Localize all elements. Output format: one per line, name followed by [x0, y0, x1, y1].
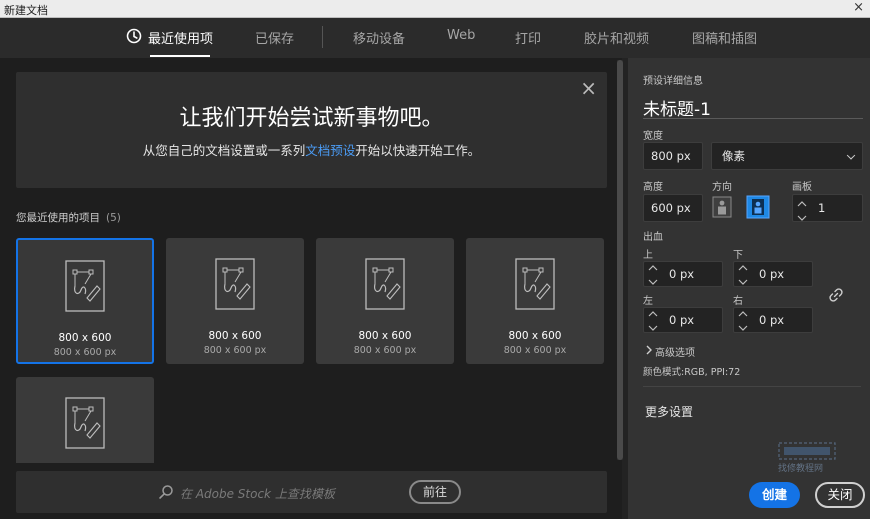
more-settings-button[interactable]: 更多设置: [645, 403, 693, 420]
bleed-bottom-label: 下: [733, 250, 743, 261]
stepper-arrows-icon[interactable]: [738, 309, 748, 333]
watermark-text: 找修教程网: [778, 464, 824, 474]
link-icon[interactable]: [828, 287, 844, 303]
document-presets-link[interactable]: 文档预设: [305, 143, 355, 158]
bleed-bottom-value: 0 px: [759, 267, 785, 281]
landscape-orientation-icon[interactable]: [746, 195, 770, 219]
recent-items-heading: 您最近使用的项目 (5): [16, 210, 121, 225]
watermark-logo-icon: [778, 442, 836, 460]
recent-item-dimensions: 800 x 600 px: [353, 345, 417, 356]
site-watermark: 找修教程网: [778, 441, 836, 474]
recent-item-name: 800 x 600: [358, 330, 412, 342]
go-button[interactable]: 前往: [409, 480, 461, 504]
stepper-arrows-icon[interactable]: [648, 263, 658, 287]
stepper-arrows-icon[interactable]: [797, 199, 807, 223]
tab-web[interactable]: Web: [447, 28, 475, 43]
color-mode-info: 颜色模式:RGB, PPI:72: [643, 367, 741, 378]
stepper-arrows-icon[interactable]: [648, 309, 658, 333]
banner-close-button[interactable]: ×: [580, 78, 597, 98]
stepper-arrows-icon[interactable]: [738, 263, 748, 287]
welcome-banner: 让我们开始尝试新事物吧。 从您自己的文档设置或一系列文档预设开始以快速开始工作。…: [16, 72, 607, 188]
tab-art-illustration[interactable]: 图稿和插图: [692, 28, 757, 47]
details-divider: [643, 386, 861, 387]
document-preset-icon: [365, 258, 405, 310]
recent-item-dimensions: 800 x 600 px: [53, 347, 117, 358]
tab-recent[interactable]: 最近使用项: [148, 28, 213, 47]
window-title: 新建文档: [4, 4, 48, 17]
welcome-title: 让我们开始尝试新事物吧。: [179, 106, 444, 131]
recent-item-name: 800 x 600: [58, 332, 112, 344]
height-value: 600 px: [651, 201, 691, 215]
preset-details-heading: 预设详细信息: [643, 76, 703, 87]
tab-print[interactable]: 打印: [515, 28, 541, 47]
document-preset-icon: [65, 260, 105, 312]
document-preset-icon: [65, 397, 105, 449]
orientation-label: 方向: [712, 182, 732, 193]
tab-saved[interactable]: 已保存: [255, 28, 294, 47]
bleed-top-value: 0 px: [669, 267, 695, 281]
height-input[interactable]: 600 px: [643, 194, 703, 222]
recent-item-dimensions: 800 x 600 px: [203, 345, 267, 356]
recent-item-card[interactable]: 800 x 600 800 x 600 px: [16, 238, 154, 364]
artboards-value: 1: [818, 201, 826, 215]
document-name-field[interactable]: 未标题-1: [643, 95, 711, 120]
tab-film-video[interactable]: 胶片和视频: [584, 28, 649, 47]
document-name-underline: [643, 118, 863, 119]
chevron-down-icon: [846, 151, 856, 160]
recent-item-card[interactable]: [16, 377, 154, 463]
recent-item-dimensions: 800 x 600 px: [503, 345, 567, 356]
close-button[interactable]: 关闭: [815, 482, 865, 508]
bleed-left-value: 0 px: [669, 313, 695, 327]
width-input[interactable]: 800 px: [643, 142, 703, 170]
welcome-subtitle: 从您自己的文档设置或一系列文档预设开始以快速开始工作。: [16, 140, 607, 159]
recent-items-count: (5): [106, 212, 121, 224]
bleed-top-label: 上: [643, 250, 653, 261]
document-preset-icon: [515, 258, 555, 310]
window-close-button[interactable]: ×: [853, 0, 864, 16]
bleed-left-stepper[interactable]: 0 px: [643, 307, 723, 333]
recent-items-label: 您最近使用的项目: [16, 212, 100, 224]
window-titlebar: 新建文档 ×: [0, 0, 870, 18]
bleed-top-stepper[interactable]: 0 px: [643, 261, 723, 287]
bleed-bottom-stepper[interactable]: 0 px: [733, 261, 813, 287]
clock-icon: [126, 28, 142, 44]
width-label: 宽度: [643, 131, 663, 142]
width-value: 800 px: [651, 149, 691, 163]
stock-search-bar: 在 Adobe Stock 上查找模板 前往: [16, 471, 607, 513]
recent-item-name: 800 x 600: [508, 330, 562, 342]
bleed-left-label: 左: [643, 296, 653, 307]
search-icon: [159, 485, 173, 499]
height-label: 高度: [643, 182, 663, 193]
active-tab-indicator: [150, 55, 210, 57]
tab-mobile[interactable]: 移动设备: [353, 28, 405, 47]
bleed-label: 出血: [643, 232, 663, 243]
unit-dropdown[interactable]: 像素: [711, 142, 863, 170]
recent-item-card[interactable]: 800 x 600 800 x 600 px: [466, 238, 604, 364]
chevron-right-icon[interactable]: [645, 345, 653, 355]
create-button[interactable]: 创建: [749, 482, 800, 508]
bleed-right-value: 0 px: [759, 313, 785, 327]
artboards-label: 画板: [792, 182, 812, 193]
recent-item-name: 800 x 600: [208, 330, 262, 342]
artboards-stepper[interactable]: 1: [792, 194, 863, 222]
portrait-orientation-icon[interactable]: [712, 196, 732, 218]
unit-value: 像素: [722, 149, 745, 163]
presets-scrollbar[interactable]: [617, 60, 623, 460]
bleed-right-stepper[interactable]: 0 px: [733, 307, 813, 333]
welcome-subtitle-text-end: 开始以快速开始工作。: [355, 143, 481, 158]
scrollbar-thumb[interactable]: [617, 60, 623, 460]
tab-separator: [322, 26, 323, 48]
bleed-right-label: 右: [733, 296, 743, 307]
stock-search-input[interactable]: 在 Adobe Stock 上查找模板: [180, 485, 335, 502]
document-preset-icon: [215, 258, 255, 310]
recent-item-card[interactable]: 800 x 600 800 x 600 px: [166, 238, 304, 364]
welcome-subtitle-text: 从您自己的文档设置或一系列: [142, 143, 306, 158]
recent-item-card[interactable]: 800 x 600 800 x 600 px: [316, 238, 454, 364]
advanced-options-toggle[interactable]: 高级选项: [655, 344, 695, 359]
